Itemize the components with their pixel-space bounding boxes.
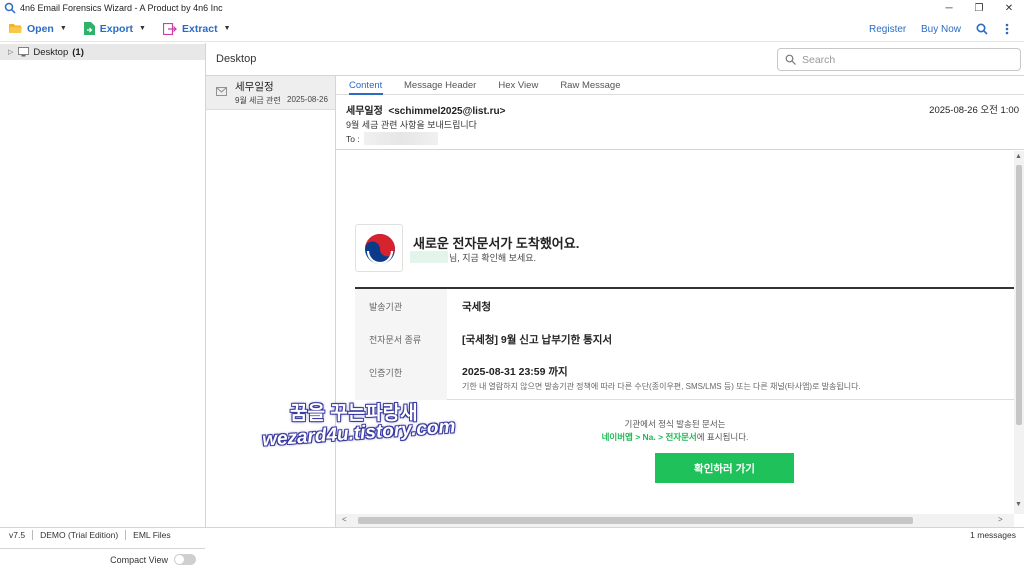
kebab-menu-icon (1005, 23, 1009, 35)
extract-button[interactable]: Extract ▼ (162, 19, 231, 39)
message-date: 2025-08-26 (287, 95, 328, 104)
email-to-label: To : (346, 134, 360, 144)
title-bar: 4n6 Email Forensics Wizard - A Product b… (0, 0, 1024, 16)
email-header: 세무일정 <schimmel2025@list.ru> 2025-08-26 오… (336, 96, 1024, 150)
search-icon (785, 54, 796, 65)
government-emblem-logo (355, 224, 403, 272)
scroll-thumb[interactable] (1016, 165, 1022, 425)
row-label-deadline: 인증기한 (369, 368, 403, 378)
email-from: 세무일정 <schimmel2025@list.ru> (346, 102, 505, 117)
tree-item-desktop[interactable]: ▷ Desktop (1) (0, 44, 205, 60)
extract-icon (162, 22, 177, 35)
register-link[interactable]: Register (869, 16, 906, 42)
list-item[interactable]: 세무일정 9월 세금 관련 2025-08-26 (206, 76, 335, 110)
document-info-table: 발송기관 국세청 전자문서 종류 [국세청] 9월 신고 납부기한 통지서 인증… (355, 287, 1014, 400)
tab-hex-view[interactable]: Hex View (498, 76, 538, 95)
more-options-button[interactable] (1005, 16, 1009, 42)
tab-message-header[interactable]: Message Header (404, 76, 476, 95)
tree-item-count: (1) (72, 46, 84, 58)
row-label-doc-type: 전자문서 종류 (369, 335, 422, 345)
current-path: Desktop (216, 53, 257, 65)
message-sender: 세무일정 (235, 81, 274, 93)
scroll-right-icon[interactable]: > (998, 515, 1003, 524)
notice-title: 새로운 전자문서가 도착했어요. (413, 236, 580, 251)
email-subject: 9월 세금 관련 사항을 보내드립니다 (346, 120, 477, 130)
confirm-button[interactable]: 확인하러 가기 (655, 453, 794, 483)
status-bar: v7.5 DEMO (Trial Edition) EML Files 1 me… (0, 527, 1024, 541)
message-list: 세무일정 9월 세금 관련 2025-08-26 (206, 76, 336, 527)
row-value-doc-type: [국세청] 9월 신고 납부기한 통지서 (462, 334, 613, 346)
email-body: 새로운 전자문서가 도착했어요. 님, 지금 확인해 보세요. 발송기관 국세청… (336, 151, 1014, 514)
from-email: <schimmel2025@list.ru> (388, 106, 506, 117)
status-separator (32, 529, 34, 540)
compact-view-label: Compact View (110, 554, 168, 565)
scroll-up-icon[interactable]: ▲ (1015, 153, 1022, 160)
close-button[interactable]: ✕ (994, 0, 1024, 16)
search-placeholder: Search (802, 53, 836, 66)
search-icon (976, 23, 988, 35)
redacted-name (410, 251, 448, 263)
deadline-note: 기한 내 열람하지 않으면 발송기관 정책에 따라 다른 수단(종이우편, SM… (462, 382, 861, 391)
toolbar-search-button[interactable] (976, 16, 988, 42)
open-label: Open (27, 22, 54, 35)
hscroll-thumb[interactable] (358, 517, 913, 524)
compact-view-row: Compact View (0, 548, 205, 570)
status-message-count: 1 messages (970, 530, 1016, 540)
status-edition: DEMO (Trial Edition) (40, 529, 119, 540)
scroll-left-icon[interactable]: < (342, 515, 347, 524)
chevron-down-icon: ▼ (59, 25, 67, 32)
chevron-down-icon: ▼ (139, 25, 146, 32)
status-file-type: EML Files (133, 529, 171, 540)
row-label-sender: 발송기관 (369, 302, 403, 312)
horizontal-scrollbar[interactable]: < > (336, 514, 1014, 527)
tab-content[interactable]: Content (349, 76, 383, 95)
desktop-folder-icon (18, 47, 30, 57)
folder-tree-pane: ▷ Desktop (1) Compact View (0, 43, 206, 565)
open-button[interactable]: Open ▼ (9, 19, 67, 39)
tab-raw-message[interactable]: Raw Message (560, 76, 620, 95)
tree-item-label: Desktop (33, 46, 69, 58)
scroll-down-icon[interactable]: ▼ (1015, 501, 1022, 508)
export-label: Export (99, 22, 134, 35)
export-button[interactable]: Export ▼ (83, 19, 146, 39)
vertical-scrollbar[interactable]: ▲ ▼ (1014, 151, 1024, 514)
app-search-icon (4, 2, 16, 14)
email-date: 2025-08-26 오전 1:00 (929, 105, 1019, 116)
status-separator (125, 529, 127, 540)
maximize-button[interactable]: ❐ (964, 0, 994, 16)
minimize-button[interactable]: ─ (934, 0, 964, 16)
compact-view-toggle[interactable] (174, 554, 196, 565)
envelope-icon (216, 87, 227, 96)
folder-icon (9, 24, 22, 33)
notice-subtitle: 님, 지금 확인해 보세요. (449, 253, 537, 263)
status-version: v7.5 (9, 529, 26, 540)
redacted-recipient (364, 132, 438, 145)
row-value-sender: 국세청 (462, 301, 491, 313)
row-value-deadline: 2025-08-31 23:59 까지 (462, 366, 568, 378)
footer-rest: 에 표시됩니다. (696, 432, 749, 442)
from-name: 세무일정 (346, 106, 383, 117)
path-bar: Desktop Search (206, 43, 1024, 76)
export-file-icon (83, 22, 95, 35)
footer-green-path: 네이버앱 > Na. > 전자문서 (601, 432, 697, 442)
chevron-down-icon: ▼ (223, 25, 231, 32)
search-input[interactable]: Search (777, 48, 1021, 71)
taegeuk-icon (365, 234, 395, 265)
view-tabs: Content Message Header Hex View Raw Mess… (336, 76, 1024, 95)
window-title: 4n6 Email Forensics Wizard - A Product b… (20, 3, 223, 13)
extract-label: Extract (181, 22, 218, 35)
buy-now-link[interactable]: Buy Now (921, 16, 961, 42)
expand-arrow-icon[interactable]: ▷ (8, 48, 13, 56)
message-subject: 9월 세금 관련 (235, 96, 281, 105)
